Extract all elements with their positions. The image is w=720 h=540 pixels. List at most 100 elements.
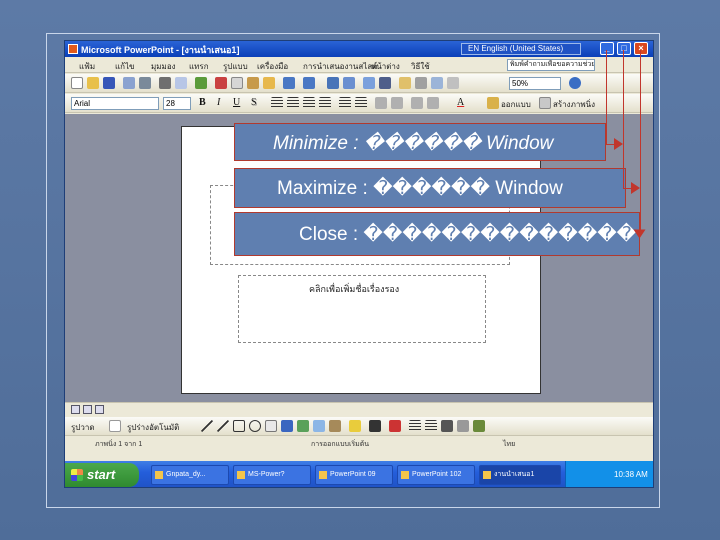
- menu-item-view[interactable]: มุมมอง: [151, 60, 176, 73]
- print-icon[interactable]: [159, 77, 171, 89]
- diagram-icon[interactable]: [297, 420, 309, 432]
- autoshapes-button[interactable]: รูปร่างอัตโนมัติ: [127, 421, 179, 434]
- line-color-icon[interactable]: [369, 420, 381, 432]
- slideshow-view-icon[interactable]: [95, 405, 104, 414]
- decrease-indent-icon[interactable]: [411, 97, 423, 109]
- oval-icon[interactable]: [249, 420, 261, 432]
- menu-item-tools[interactable]: เครื่องมือ: [257, 60, 288, 73]
- font-size-select[interactable]: 28: [163, 97, 191, 110]
- shadow-style-icon[interactable]: [457, 420, 469, 432]
- clipart-icon[interactable]: [313, 420, 325, 432]
- line-style-icon[interactable]: [409, 420, 421, 432]
- taskbar-item[interactable]: Gnpata_dy...: [151, 465, 229, 485]
- minimize-button[interactable]: _: [600, 42, 614, 55]
- menu-item-edit[interactable]: แก้ไข: [115, 60, 135, 73]
- new-slide-button[interactable]: สร้างภาพนิ่ง: [553, 98, 595, 111]
- draw-menu-button[interactable]: รูปวาด: [71, 421, 95, 434]
- close-button[interactable]: ×: [634, 42, 648, 55]
- taskbar-item[interactable]: PowerPoint 102: [397, 465, 475, 485]
- email-icon[interactable]: [139, 77, 151, 89]
- system-tray: 10:38 AM: [565, 461, 653, 487]
- menu-item-insert[interactable]: แทรก: [189, 60, 209, 73]
- save-icon[interactable]: [103, 77, 115, 89]
- tables-borders-icon[interactable]: [363, 77, 375, 89]
- color-grayscale-icon[interactable]: [447, 77, 459, 89]
- help-search-input[interactable]: พิมพ์คำถามเพื่อขอความช่วยเหลือ: [507, 59, 595, 71]
- arrow-icon[interactable]: [217, 420, 229, 432]
- powerpoint-screenshot: Microsoft PowerPoint - [งานนำเสนอ1] EN E…: [64, 40, 654, 488]
- bold-button[interactable]: B: [199, 97, 206, 108]
- taskbar-item-active[interactable]: งานนำเสนอ1: [479, 465, 561, 485]
- normal-view-icon[interactable]: [71, 405, 80, 414]
- show-formatting-icon[interactable]: [415, 77, 427, 89]
- taskbar-item[interactable]: MS-Power?: [233, 465, 311, 485]
- open-icon[interactable]: [87, 77, 99, 89]
- picture-icon[interactable]: [329, 420, 341, 432]
- font-select[interactable]: Arial: [71, 97, 159, 110]
- powerpoint-icon: [401, 471, 409, 479]
- justify-icon[interactable]: [319, 97, 331, 109]
- textbox-icon[interactable]: [265, 420, 277, 432]
- expand-all-icon[interactable]: [399, 77, 411, 89]
- subtitle-placeholder[interactable]: คลิกเพื่อเพิ่มชื่อเรื่องรอง: [238, 275, 486, 343]
- maximize-button[interactable]: □: [617, 42, 631, 55]
- menu-item-format[interactable]: รูปแบบ: [223, 60, 248, 73]
- align-left-icon[interactable]: [271, 97, 283, 109]
- menu-item-file[interactable]: แฟ้ม: [79, 60, 95, 73]
- help-icon[interactable]: [569, 77, 581, 89]
- undo-icon[interactable]: [283, 77, 295, 89]
- menu-item-help[interactable]: วิธีใช้: [411, 60, 430, 73]
- table-icon[interactable]: [343, 77, 355, 89]
- center-icon[interactable]: [287, 97, 299, 109]
- spelling-icon[interactable]: [195, 77, 207, 89]
- menu-item-slideshow[interactable]: การนำเสนองานสไลด์: [303, 60, 377, 73]
- permission-icon[interactable]: [123, 77, 135, 89]
- new-icon[interactable]: [71, 77, 83, 89]
- font-color-button[interactable]: A: [457, 97, 464, 108]
- chart-icon[interactable]: [327, 77, 339, 89]
- menu-bar: แฟ้ม แก้ไข มุมมอง แทรก รูปแบบ เครื่องมือ…: [65, 58, 653, 73]
- dash-style-icon[interactable]: [425, 420, 437, 432]
- maximize-callout: Maximize : ������ Window: [234, 168, 626, 208]
- draw-font-color-icon[interactable]: [389, 420, 401, 432]
- rectangle-icon[interactable]: [233, 420, 245, 432]
- increase-indent-icon[interactable]: [427, 97, 439, 109]
- increase-font-icon[interactable]: [375, 97, 387, 109]
- start-button[interactable]: start: [65, 463, 139, 487]
- drawing-toolbar: รูปวาด รูปร่างอัตโนมัติ: [65, 417, 653, 436]
- shadow-button[interactable]: S: [251, 97, 257, 108]
- design-icon[interactable]: [487, 97, 499, 109]
- select-pointer-icon[interactable]: [109, 420, 121, 432]
- underline-button[interactable]: U: [233, 97, 240, 108]
- status-design: การออกแบบเริ่มต้น: [311, 441, 370, 448]
- numbering-icon[interactable]: [339, 97, 351, 109]
- slide-canvas[interactable]: คลิกเพื่อเพิ่มชื่อเรื่องรอง: [181, 126, 541, 394]
- new-slide-icon[interactable]: [539, 97, 551, 109]
- copy-icon[interactable]: [231, 77, 243, 89]
- bullets-icon[interactable]: [355, 97, 367, 109]
- windows-logo-icon: [71, 469, 83, 481]
- 3d-style-icon[interactable]: [473, 420, 485, 432]
- arrow-style-icon[interactable]: [441, 420, 453, 432]
- italic-button[interactable]: I: [217, 97, 220, 108]
- powerpoint-icon: [483, 471, 491, 479]
- format-painter-icon[interactable]: [263, 77, 275, 89]
- redo-icon[interactable]: [303, 77, 315, 89]
- line-icon[interactable]: [201, 420, 213, 432]
- cut-icon[interactable]: [215, 77, 227, 89]
- insert-table-icon[interactable]: [379, 77, 391, 89]
- taskbar-item[interactable]: PowerPoint 09: [315, 465, 393, 485]
- paste-icon[interactable]: [247, 77, 259, 89]
- close-arrowhead: [633, 229, 646, 239]
- print-preview-icon[interactable]: [175, 77, 187, 89]
- menu-item-window[interactable]: หน้าต่าง: [371, 60, 400, 73]
- align-right-icon[interactable]: [303, 97, 315, 109]
- wordart-icon[interactable]: [281, 420, 293, 432]
- slide-sorter-icon[interactable]: [83, 405, 92, 414]
- language-indicator[interactable]: EN English (United States): [461, 43, 581, 55]
- decrease-font-icon[interactable]: [391, 97, 403, 109]
- fill-color-icon[interactable]: [349, 420, 361, 432]
- zoom-select[interactable]: 50%: [509, 77, 561, 90]
- design-button[interactable]: ออกแบบ: [501, 98, 531, 111]
- grid-icon[interactable]: [431, 77, 443, 89]
